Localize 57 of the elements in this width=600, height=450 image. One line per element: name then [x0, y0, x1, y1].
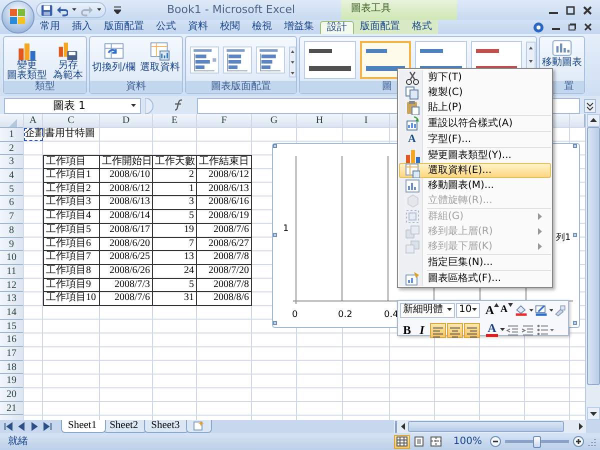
table-cell: 2008/6/12 [197, 169, 252, 183]
table-cell: 2008/6/17 [100, 224, 153, 238]
table-cell: 1 [153, 182, 197, 196]
table-cell: 2 [153, 169, 197, 183]
table-cell: 2008/8/6 [197, 292, 252, 306]
axis-tick-label: 0 [292, 310, 298, 320]
table-header-cell: 工作項目 [43, 155, 100, 170]
table-cell: 3 [153, 196, 197, 210]
group-label: 資料 [90, 81, 182, 93]
table-cell: 2008/6/20 [100, 238, 153, 252]
axis-tick-label: 0.4 [384, 310, 398, 320]
table-cell: 2008/7/20 [197, 264, 252, 279]
table-cell: 工作項目1 [43, 169, 100, 183]
context-tab-header: 圖表工具 [341, 0, 458, 20]
window-title: Book1 - Microsoft Excel [166, 3, 296, 16]
axis-tick-label: 0.2 [338, 310, 352, 320]
table-cell: 2008/6/27 [197, 238, 252, 252]
table-cell: 2008/6/14 [100, 210, 153, 224]
table-header-cell: 工作結束日 [197, 155, 252, 170]
group-label: 類型 [4, 81, 86, 93]
table-cell: 2008/7/8 [197, 278, 252, 292]
table-cell: 工作項目3 [43, 196, 100, 210]
table-cell: 工作項目8 [43, 264, 100, 279]
table-cell: 19 [153, 224, 197, 238]
table-cell: 工作項目5 [43, 224, 100, 238]
table-cell: 2008/7/6 [197, 224, 252, 238]
table-cell: 工作項目4 [43, 210, 100, 224]
table-cell: 工作項目9 [43, 278, 100, 292]
table-cell: 工作項目2 [43, 182, 100, 196]
table-cell: 2008/6/10 [100, 169, 153, 183]
table-cell: 2008/6/16 [197, 196, 252, 210]
table-cell: 工作項目10 [43, 292, 100, 306]
group-label: 圖表版面配置 [186, 81, 296, 93]
zoom-level: 100% [453, 436, 482, 448]
legend-label: 列1 [556, 233, 571, 243]
font-glyph: A [408, 132, 416, 146]
table-cell: 13 [153, 251, 197, 265]
table-cell: 31 [153, 292, 197, 306]
table-cell: 5 [153, 278, 197, 292]
table-cell: 2008/6/19 [197, 210, 252, 224]
axis-label: 1 [283, 224, 289, 234]
table-cell: 24 [153, 264, 197, 279]
table-cell: 2008/7/3 [100, 278, 153, 292]
table-cell: 2008/7/6 [100, 292, 153, 306]
table-cell: 工作項目6 [43, 238, 100, 252]
table-cell: 2008/6/13 [100, 196, 153, 210]
table-cell: 5 [153, 210, 197, 224]
table-header-cell: 工作開始日 [100, 155, 153, 170]
table-cell: 7 [153, 238, 197, 252]
table-cell: 2008/6/26 [100, 264, 153, 279]
table-cell: 2008/6/13 [197, 182, 252, 196]
table-header-cell: 工作天數 [153, 155, 197, 170]
table-cell: 2008/7/8 [197, 251, 252, 265]
table-cell: 工作項目7 [43, 251, 100, 265]
table-cell: 2008/6/25 [100, 251, 153, 265]
table-cell: 2008/6/12 [100, 182, 153, 196]
status-text: 就緒 [8, 436, 28, 448]
